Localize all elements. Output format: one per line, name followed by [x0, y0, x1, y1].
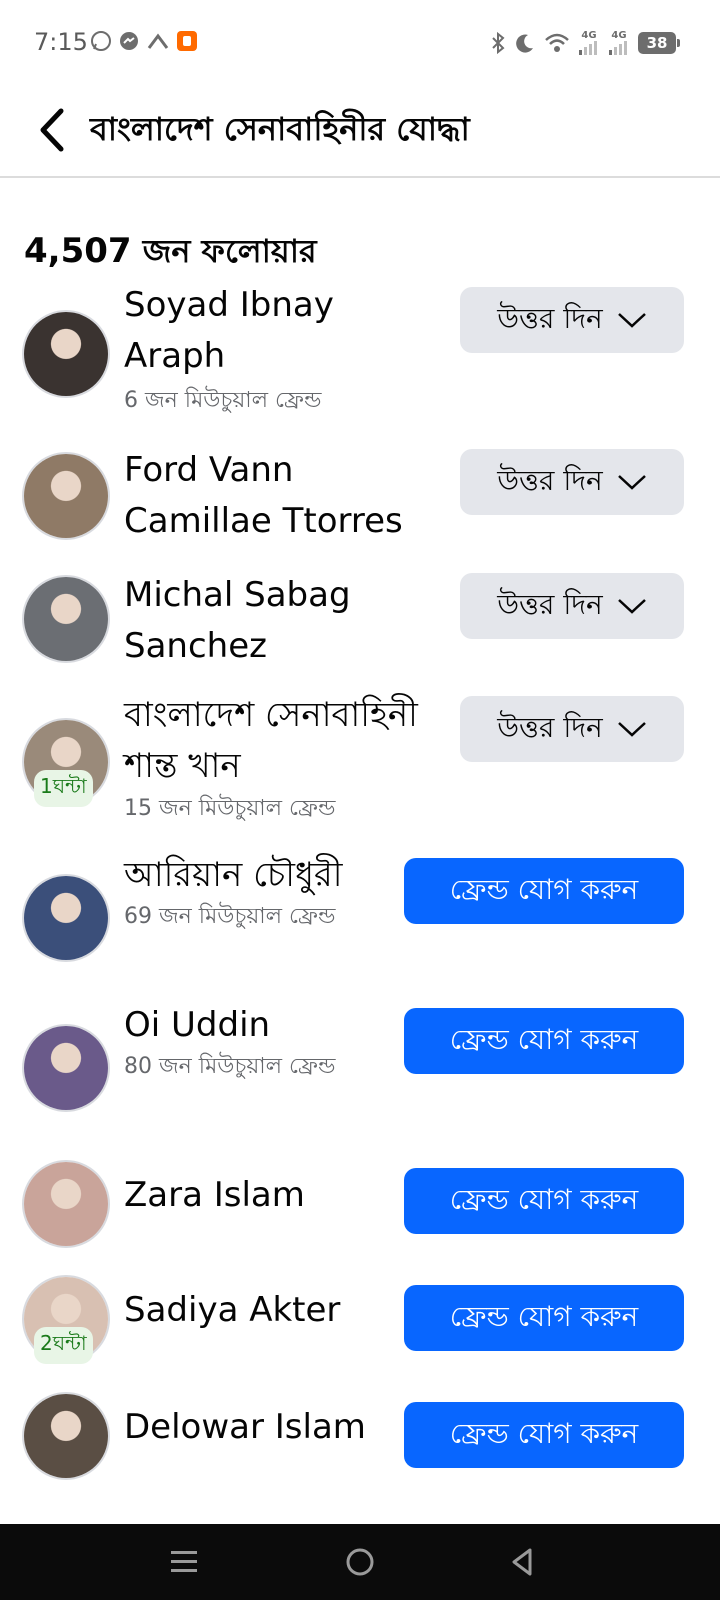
- home-circle-icon: [346, 1548, 374, 1576]
- add-friend-button[interactable]: ফ্রেন্ড যোগ করুন: [404, 1402, 684, 1468]
- add-friend-button[interactable]: ফ্রেন্ড যোগ করুন: [404, 1168, 684, 1234]
- status-bar: 7:15 4G 4G 38: [0, 0, 720, 88]
- person-name[interactable]: Oi Uddin: [124, 1000, 394, 1051]
- app-header: বাংলাদেশ সেনাবাহিনীর যোদ্ধা: [0, 88, 720, 178]
- person-name[interactable]: বাংলাদেশ সেনাবাহিনী শান্ত খান: [124, 690, 444, 792]
- profile-photo: [24, 1394, 108, 1478]
- recent-apps-button[interactable]: [162, 1542, 206, 1582]
- cell-signal-2-icon: 4G: [608, 30, 630, 55]
- followers-label: জন ফলোয়ার: [131, 232, 317, 270]
- reply-button-label: উত্তর দিন: [497, 463, 603, 497]
- person-row[interactable]: 1ঘন্টা বাংলাদেশ সেনাবাহিনী শান্ত খান 15 জন…: [0, 690, 720, 830]
- chevron-down-icon: [617, 722, 646, 737]
- avatar[interactable]: [22, 1392, 110, 1480]
- chevron-down-icon: [617, 599, 646, 614]
- page-title: বাংলাদেশ সেনাবাহিনীর যোদ্ধা: [90, 110, 470, 148]
- person-row[interactable]: Soyad Ibnay Araph 6 জন মিউচুয়াল ফ্রেন্ড উ…: [0, 280, 720, 420]
- followers-count: 4,507 জন ফলোয়ার: [24, 226, 317, 280]
- bluetooth-icon: [490, 31, 506, 55]
- person-row[interactable]: Ford Vann Camillae Ttorres উত্তর দিন: [0, 440, 720, 580]
- battery-indicator: 38: [638, 31, 680, 54]
- back-triangle-icon: [512, 1548, 532, 1576]
- wifi-icon: [544, 32, 570, 54]
- profile-photo: [24, 312, 108, 396]
- profile-photo: [24, 1026, 108, 1110]
- add-friend-button[interactable]: ফ্রেন্ড যোগ করুন: [404, 1008, 684, 1074]
- avatar[interactable]: [22, 874, 110, 962]
- profile-photo: [24, 1162, 108, 1246]
- mutual-friends-text: 69 জন মিউচুয়াল ফ্রেন্ড: [124, 904, 336, 929]
- person-row[interactable]: Oi Uddin 80 জন মিউচুয়াল ফ্রেন্ড ফ্রেন্ড য…: [0, 1000, 720, 1140]
- cell-signal-1-icon: 4G: [578, 30, 600, 55]
- followers-number: 4,507: [24, 231, 132, 271]
- back-button[interactable]: [24, 102, 80, 158]
- system-status-icons: 4G 4G 38: [490, 30, 680, 55]
- active-time-badge: 2ঘন্টা: [34, 1327, 93, 1364]
- active-time-badge: 1ঘন্টা: [34, 770, 93, 807]
- avatar[interactable]: [22, 575, 110, 663]
- reply-button[interactable]: উত্তর দিন: [460, 696, 684, 762]
- whatsapp-icon: [90, 30, 112, 52]
- person-row[interactable]: আরিয়ান চৌধুরী 69 জন মিউচুয়াল ফ্রেন্ড ফ্র…: [0, 850, 720, 990]
- add-friend-button[interactable]: ফ্রেন্ড যোগ করুন: [404, 858, 684, 924]
- reply-button-label: উত্তর দিন: [497, 587, 603, 621]
- person-name[interactable]: Zara Islam: [124, 1170, 394, 1221]
- chevron-down-icon: [617, 475, 646, 490]
- reply-button[interactable]: উত্তর দিন: [460, 287, 684, 353]
- person-name[interactable]: Soyad Ibnay Araph: [124, 280, 444, 382]
- avatar[interactable]: [22, 1160, 110, 1248]
- person-name[interactable]: Ford Vann Camillae Ttorres: [124, 445, 444, 547]
- mutual-friends-text: 6 জন মিউচুয়াল ফ্রেন্ড: [124, 388, 322, 413]
- person-row[interactable]: Michal Sabag Sanchez উত্তর দিন: [0, 565, 720, 705]
- android-navigation-bar: [0, 1524, 720, 1600]
- mutual-friends-text: 80 জন মিউচুয়াল ফ্রেন্ড: [124, 1054, 336, 1079]
- person-name[interactable]: আরিয়ান চৌধুরী: [124, 850, 394, 901]
- moon-icon: [514, 32, 536, 54]
- add-friend-button[interactable]: ফ্রেন্ড যোগ করুন: [404, 1285, 684, 1351]
- notification-icons: [90, 30, 198, 52]
- avatar[interactable]: [22, 452, 110, 540]
- person-row[interactable]: Delowar Islam ফ্রেন্ড যোগ করুন: [0, 1392, 720, 1532]
- back-nav-button[interactable]: [500, 1542, 544, 1582]
- messenger-icon: [118, 30, 140, 52]
- person-name[interactable]: Delowar Islam: [124, 1402, 394, 1453]
- signal-app-icon: [146, 30, 170, 52]
- avatar[interactable]: [22, 310, 110, 398]
- reply-button-label: উত্তর দিন: [497, 301, 603, 335]
- home-button[interactable]: [338, 1542, 382, 1582]
- reply-button[interactable]: উত্তর দিন: [460, 573, 684, 639]
- avatar[interactable]: [22, 1024, 110, 1112]
- person-name[interactable]: Sadiya Akter: [124, 1285, 394, 1336]
- status-time: 7:15: [34, 28, 88, 56]
- profile-photo: [24, 577, 108, 661]
- person-name[interactable]: Michal Sabag Sanchez: [124, 570, 444, 672]
- menu-lines-icon: [171, 1551, 197, 1572]
- profile-photo: [24, 454, 108, 538]
- back-arrow-icon: [40, 108, 64, 152]
- reply-button-label: উত্তর দিন: [497, 710, 603, 744]
- reply-button[interactable]: উত্তর দিন: [460, 449, 684, 515]
- app-notification-icon: [176, 30, 198, 52]
- chevron-down-icon: [617, 313, 646, 328]
- mutual-friends-text: 15 জন মিউচুয়াল ফ্রেন্ড: [124, 796, 336, 821]
- profile-photo: [24, 876, 108, 960]
